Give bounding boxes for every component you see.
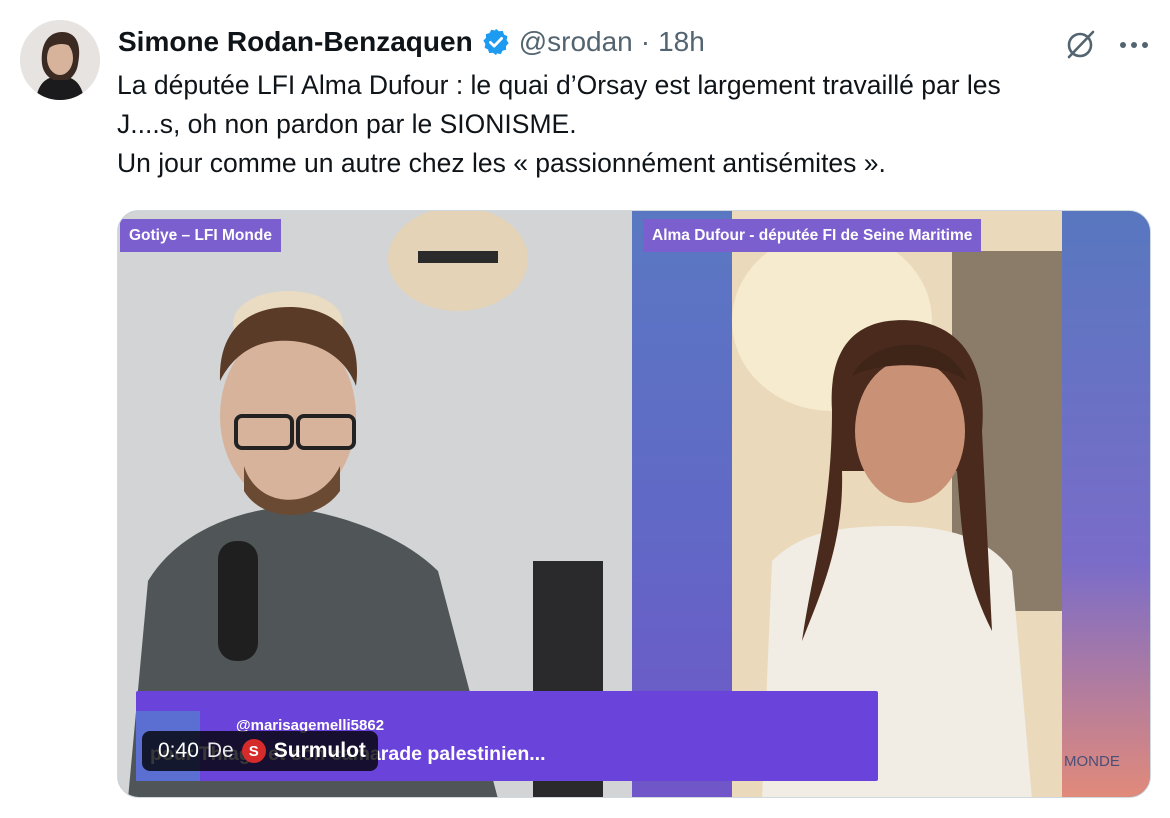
video-player[interactable]: Gotiye – LFI Monde Alma Dufour - députée… bbox=[117, 210, 1151, 798]
video-side-panel bbox=[1062, 211, 1150, 797]
tweet-text: La députée LFI Alma Dufour : le quai d’O… bbox=[117, 66, 1147, 183]
right-speaker-label: Alma Dufour - députée FI de Seine Mariti… bbox=[643, 219, 982, 252]
tweet-timestamp[interactable]: 18h bbox=[658, 26, 705, 58]
header-separator: · bbox=[640, 26, 651, 57]
video-time: 0:40 bbox=[158, 739, 199, 762]
tweet-text-line: Un jour comme un autre chez les « passio… bbox=[117, 148, 886, 178]
tweet-text-line: J....s, oh non pardon par le SIONISME. bbox=[117, 109, 577, 139]
author-avatar[interactable] bbox=[20, 20, 100, 100]
author-handle[interactable]: @srodan bbox=[519, 26, 633, 58]
source-name[interactable]: Surmulot bbox=[274, 739, 366, 763]
left-speaker-label: Gotiye – LFI Monde bbox=[120, 219, 281, 252]
from-label: De bbox=[206, 739, 234, 762]
tweet-text-line: La députée LFI Alma Dufour : le quai d’O… bbox=[117, 70, 1001, 100]
tweet-header: Simone Rodan-Benzaquen @srodan · 18h bbox=[118, 24, 705, 60]
more-icon[interactable] bbox=[1112, 24, 1156, 64]
grok-icon[interactable] bbox=[1060, 24, 1100, 64]
verified-badge-icon bbox=[481, 27, 511, 57]
corner-watermark: MONDE bbox=[1064, 753, 1120, 770]
author-name[interactable]: Simone Rodan-Benzaquen bbox=[118, 26, 473, 58]
video-source-pill[interactable]: 0:40 De S Surmulot bbox=[142, 731, 378, 771]
source-logo-icon: S bbox=[241, 739, 266, 763]
